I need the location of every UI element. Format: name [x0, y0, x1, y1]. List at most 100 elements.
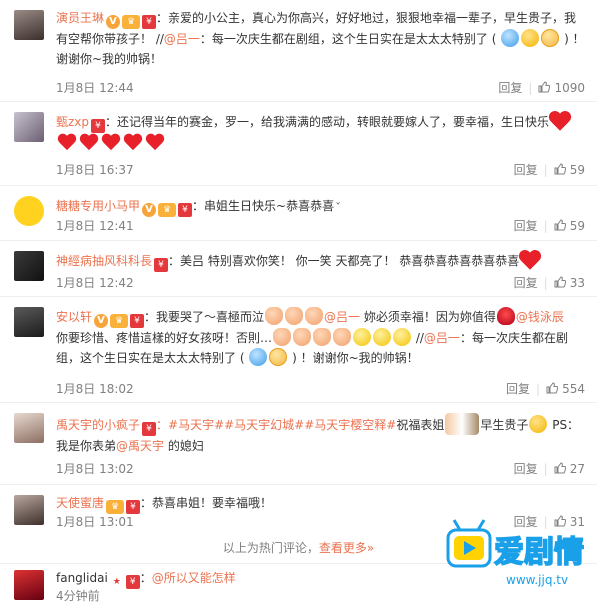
- username[interactable]: fanglidai: [56, 571, 108, 585]
- comment-body: 神經病抽风科科長 ¥ ：美吕 特别喜欢你笑！ 你一笑 天都亮了！ 恭喜恭喜恭喜恭喜恭…: [56, 251, 585, 272]
- timestamp: 1月8日 12:42: [56, 276, 134, 290]
- comment-item: 神經病抽风科科長 ¥ ：美吕 特别喜欢你笑！ 你一笑 天都亮了！ 恭喜恭喜恭喜恭喜恭…: [0, 241, 597, 297]
- avatar[interactable]: [14, 570, 44, 600]
- comment-item: 糖糖专用小马甲 V ♛ ¥ ：串姐生日快乐~恭喜恭喜ˇ 1月8日 12:41 回复 | 59: [0, 186, 597, 241]
- username[interactable]: 甄zxp: [56, 115, 89, 129]
- comment-text: ：: [139, 571, 152, 585]
- small-emoji-icon: ˇ: [335, 201, 342, 215]
- comment-body: 安以轩 V ♛ ¥ ：我要哭了～喜極而泣 @吕一 妳必须幸福！因为妳值得 @钱泳辰 你要珍惜…: [56, 307, 585, 368]
- like-button[interactable]: 27: [554, 462, 585, 476]
- comment-text: ：串姐生日快乐~恭喜恭喜: [192, 199, 335, 213]
- reply-button[interactable]: 回复: [498, 81, 522, 95]
- reply-button[interactable]: 回复: [514, 276, 538, 290]
- avatar[interactable]: [14, 196, 44, 226]
- mention-link[interactable]: @吕一: [164, 32, 200, 46]
- timestamp: 1月8日 16:37: [56, 163, 134, 177]
- timestamp: 1月8日 12:41: [56, 219, 134, 233]
- username[interactable]: 神經病抽风科科長: [56, 254, 152, 268]
- member-badge-icon: ¥: [154, 258, 169, 272]
- crying-emoji-icon: [285, 307, 304, 325]
- comment-meta: 1月8日 13:02 回复 | 27: [56, 459, 585, 479]
- like-button[interactable]: 33: [554, 276, 585, 290]
- crying-emoji-icon: [305, 307, 324, 325]
- comment-item: 甄zxp ¥ ：还记得当年的赛金，罗一，给我满满的感动，转眼就要嫁人了，要幸福，生日…: [0, 102, 597, 186]
- avatar[interactable]: [14, 251, 44, 281]
- mention-link[interactable]: @钱泳辰: [516, 310, 564, 324]
- member-badge-icon: ¥: [130, 314, 145, 328]
- avatar[interactable]: [14, 413, 44, 443]
- comment-body: 天使蜜唐 ♛ ¥ ：恭喜串姐！要幸福哦！: [56, 493, 585, 514]
- thumbs-up-icon: [554, 276, 566, 288]
- laugh-emoji-icon: [393, 328, 412, 346]
- comment-text: ：美吕 特别喜欢你笑！ 你一笑 天都亮了！ 恭喜恭喜恭喜恭喜恭喜: [168, 254, 520, 268]
- heart-icon: [518, 249, 542, 271]
- mention-link[interactable]: @吕一: [424, 331, 460, 345]
- heart-icon: [145, 133, 165, 151]
- avatar[interactable]: [14, 307, 44, 337]
- mention-link[interactable]: @禹天宇: [116, 439, 164, 453]
- comment-text: ：每一次庆生都在剧组，这个生日实在是太太太特别了 (: [199, 32, 501, 46]
- thumbs-up-icon: [546, 382, 559, 394]
- avatar[interactable]: [14, 10, 44, 40]
- heart-icon: [123, 133, 143, 151]
- heart-icon: [548, 110, 572, 132]
- mention-link[interactable]: @吕一: [324, 310, 360, 324]
- username[interactable]: 天使蜜唐: [56, 496, 104, 510]
- tv-icon: [446, 519, 492, 568]
- reply-button[interactable]: 回复: [514, 163, 538, 177]
- sticker-icon: [445, 413, 480, 435]
- like-button[interactable]: 59: [554, 163, 585, 177]
- like-count: 33: [569, 276, 585, 290]
- crying-emoji-icon: [501, 29, 520, 47]
- crying-emoji-icon: [313, 328, 332, 346]
- like-count: 554: [562, 382, 585, 396]
- laugh-emoji-icon: [373, 328, 392, 346]
- username[interactable]: 禹天宇的小疯子: [56, 418, 140, 432]
- heart-icon: [57, 133, 77, 151]
- wink-emoji-icon: [529, 415, 548, 433]
- avatar[interactable]: [14, 495, 44, 525]
- member-badge-icon: ¥: [142, 15, 157, 29]
- comment-text: 妳必须幸福！因为妳值得: [360, 310, 496, 324]
- topic-tag-link[interactable]: ：#马天宇##马天宇幻城##马天宇樱空释#: [156, 418, 396, 432]
- comment-meta: 1月8日 12:42 回复 | 33: [56, 273, 585, 293]
- like-button[interactable]: 554: [546, 382, 585, 396]
- username[interactable]: 演员王琳: [56, 11, 104, 25]
- comment-text: ：我要哭了～喜極而泣: [144, 310, 265, 324]
- footer-text: 以上为热门评论，: [222, 541, 319, 555]
- like-count: 27: [569, 462, 585, 476]
- comment-item: 演员王琳 V ♛ ¥ ：亲爱的小公主，真心为你高兴，好好地过，狠狠地幸福一辈子，早生贵子…: [0, 0, 597, 102]
- comment-item: 安以轩 V ♛ ¥ ：我要哭了～喜極而泣 @吕一 妳必须幸福！因为妳值得 @钱泳辰 你要珍惜…: [0, 297, 597, 403]
- reply-button[interactable]: 回复: [506, 382, 530, 396]
- timestamp: 1月8日 13:02: [56, 462, 134, 476]
- comment-body: 演员王琳 V ♛ ¥ ：亲爱的小公主，真心为你高兴，好好地过，狠狠地幸福一辈子，早生贵子…: [56, 8, 585, 69]
- timestamp: 1月8日 13:01: [56, 515, 134, 529]
- thumbs-up-icon: [554, 163, 566, 175]
- comment-text: ) ！谢谢你~我的帅锅！: [288, 351, 419, 365]
- watermark-url: www.jjq.tv: [506, 573, 568, 587]
- crying-emoji-icon: [249, 348, 268, 366]
- smile-emoji-icon: [521, 29, 540, 47]
- comment-meta: 1月8日 12:44 回复 | 1090: [56, 78, 585, 98]
- comment-item: 禹天宇的小疯子 ¥ ：#马天宇##马天宇幻城##马天宇樱空释#祝福表姐 早生贵子 PS…: [0, 403, 597, 485]
- comment-text: ：还记得当年的赛金，罗一，给我满满的感动，转眼就要嫁人了，要幸福，生日快乐: [105, 115, 550, 129]
- username[interactable]: 安以轩: [56, 310, 92, 324]
- mention-link[interactable]: @所以又能怎样: [152, 571, 236, 585]
- verified-icon: V: [142, 203, 157, 217]
- reply-button[interactable]: 回复: [514, 462, 538, 476]
- like-button[interactable]: 59: [554, 219, 585, 233]
- crying-emoji-icon: [265, 307, 284, 325]
- member-badge-icon: ¥: [142, 422, 157, 436]
- verified-icon: V: [94, 314, 109, 328]
- comment-meta: 1月8日 12:41 回复 | 59: [56, 216, 585, 236]
- member-badge-icon: ¥: [178, 203, 193, 217]
- reply-button[interactable]: 回复: [514, 219, 538, 233]
- username[interactable]: 糖糖专用小马甲: [56, 199, 140, 213]
- view-more-link[interactable]: 查看更多»: [319, 541, 374, 555]
- timestamp: 1月8日 18:02: [56, 382, 134, 396]
- like-button[interactable]: 1090: [538, 81, 585, 95]
- comment-text: 早生贵子: [480, 418, 529, 432]
- vip-crown-icon: ♛: [122, 15, 141, 29]
- thumbs-up-icon: [554, 219, 566, 231]
- avatar[interactable]: [14, 112, 44, 142]
